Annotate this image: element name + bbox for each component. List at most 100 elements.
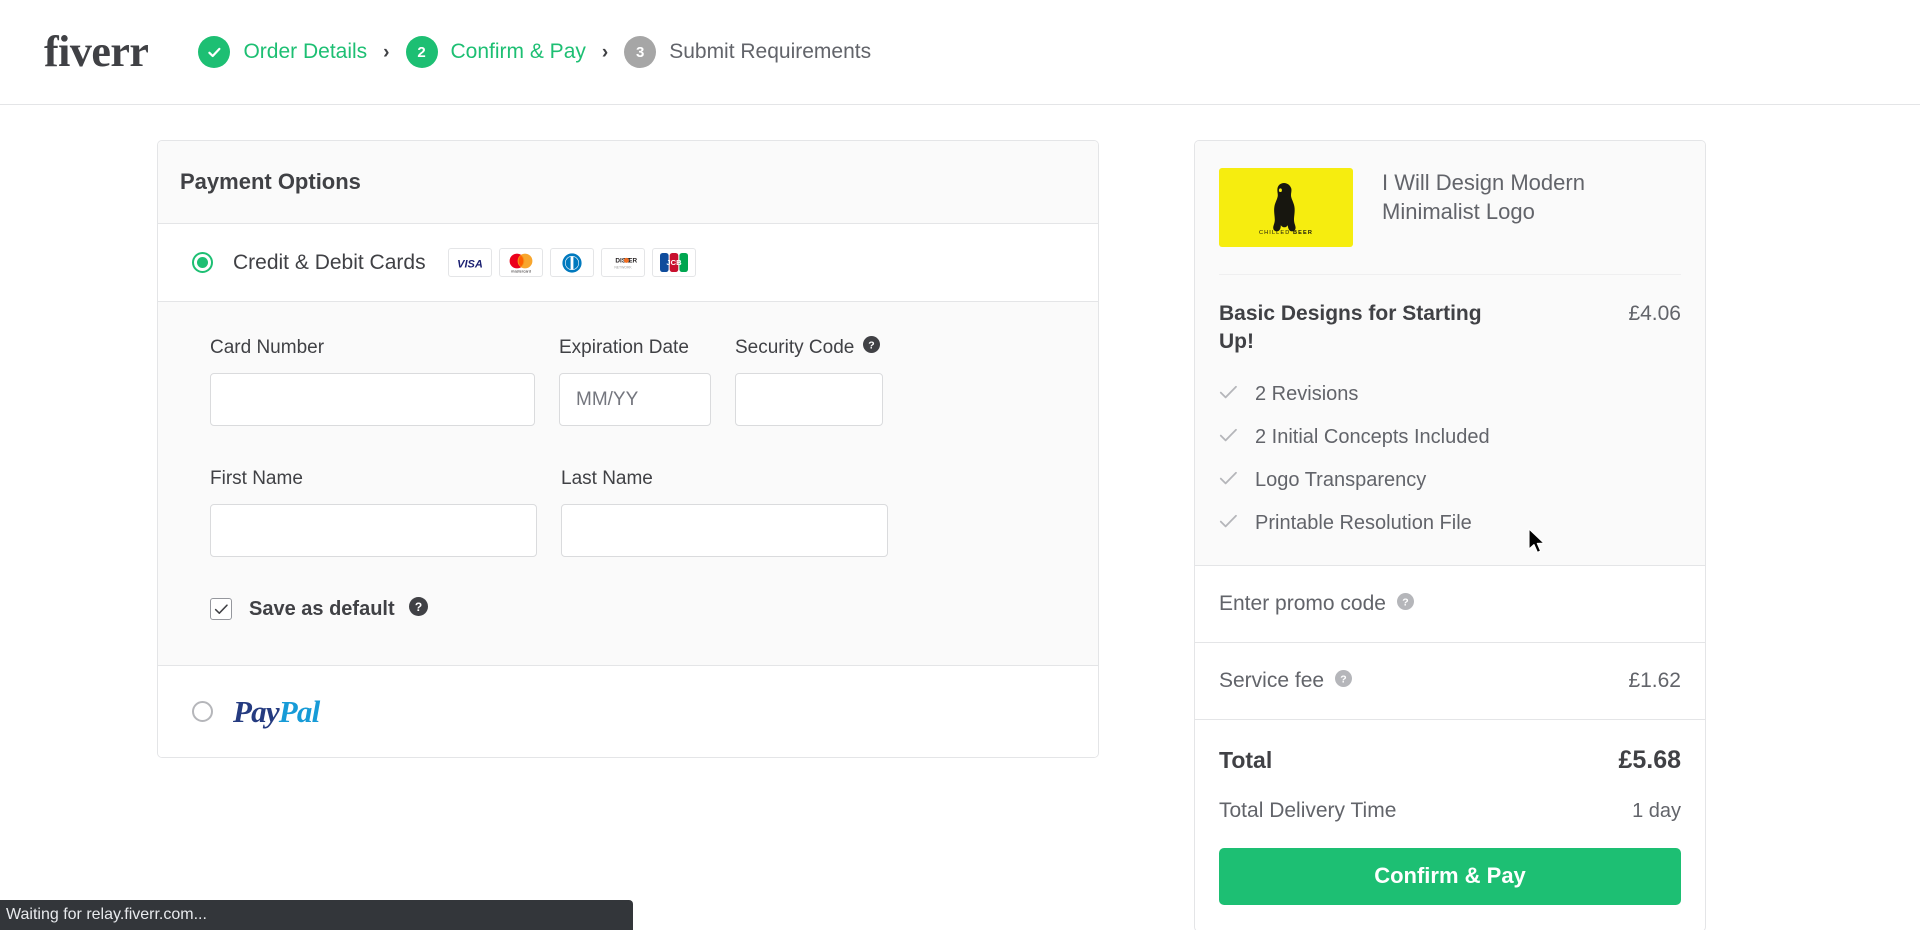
save-as-default-label: Save as default <box>249 597 395 620</box>
delivery-time-row: Total Delivery Time 1 day <box>1219 799 1681 823</box>
feature-label: 2 Revisions <box>1255 382 1359 405</box>
payment-options-card: Payment Options Credit & Debit Cards VIS… <box>157 140 1099 758</box>
check-icon <box>1219 512 1238 535</box>
step-separator-2-icon: › <box>601 41 609 63</box>
gig-row: CHILLED BEER I Will Design Modern Minima… <box>1219 168 1681 275</box>
confirm-and-pay-button[interactable]: Confirm & Pay <box>1219 847 1681 905</box>
service-fee-value: £1.62 <box>1628 668 1681 692</box>
step-2-label: Confirm & Pay <box>450 40 586 63</box>
svg-text:NETWORK: NETWORK <box>614 265 632 269</box>
card-brand-logos: VISA mastercard DISC VER NETWORK JCB <box>447 248 696 277</box>
list-item: Printable Resolution File <box>1219 512 1681 535</box>
paypal-logo-pal: Pal <box>278 694 320 729</box>
package-row: Basic Designs for Starting Up! £4.06 <box>1219 275 1681 357</box>
card-fields-row-2: First Name Last Name <box>210 468 1046 557</box>
security-code-field-group: Security Code ? <box>735 336 883 426</box>
check-icon <box>1219 426 1238 449</box>
security-code-help-icon[interactable]: ? <box>863 336 881 359</box>
service-fee-row: Service fee ? £1.62 <box>1195 641 1705 719</box>
first-name-label: First Name <box>210 468 303 489</box>
svg-text:?: ? <box>1340 673 1346 685</box>
paypal-radio[interactable] <box>192 701 213 722</box>
svg-text:?: ? <box>1402 596 1408 608</box>
jcb-logo: JCB <box>651 248 696 277</box>
feature-label: Printable Resolution File <box>1255 511 1472 534</box>
svg-text:VISA: VISA <box>457 258 483 270</box>
checkout-stepper: Order Details › 2 Confirm & Pay › 3 Subm… <box>198 36 871 68</box>
card-number-input[interactable] <box>210 373 535 426</box>
last-name-field-group: Last Name <box>561 468 888 557</box>
check-icon <box>1219 383 1238 406</box>
page-header: fiverr Order Details › 2 Confirm & Pay ›… <box>0 0 1920 105</box>
svg-text:?: ? <box>869 339 875 351</box>
save-as-default-help-icon[interactable]: ? <box>408 597 428 621</box>
order-summary-top: CHILLED BEER I Will Design Modern Minima… <box>1195 141 1705 565</box>
card-fields-row-1: Card Number Expiration Date Security Cod… <box>210 336 1046 426</box>
check-icon <box>1219 469 1238 492</box>
save-as-default-row[interactable]: Save as default ? <box>210 597 1046 621</box>
totals-block: Total £5.68 Total Delivery Time 1 day <box>1195 718 1705 823</box>
step-submit-requirements[interactable]: 3 Submit Requirements <box>624 36 871 68</box>
list-item: 2 Initial Concepts Included <box>1219 426 1681 449</box>
security-code-label: Security Code ? <box>735 336 883 359</box>
package-features-list: 2 Revisions 2 Initial Concepts Included … <box>1219 357 1681 565</box>
last-name-label: Last Name <box>561 468 653 489</box>
payment-options-title: Payment Options <box>180 169 361 194</box>
status-bar-text: Waiting for relay.fiverr.com... <box>6 906 207 923</box>
first-name-field-group: First Name <box>210 468 537 557</box>
order-summary-column: CHILLED BEER I Will Design Modern Minima… <box>1194 140 1706 930</box>
delivery-time-label: Total Delivery Time <box>1219 798 1397 822</box>
service-fee-help-icon[interactable]: ? <box>1335 669 1353 693</box>
step-separator-1-icon: › <box>383 41 390 63</box>
discover-logo: DISC VER NETWORK <box>600 248 645 277</box>
feature-label: Logo Transparency <box>1255 468 1427 491</box>
credit-card-label: Credit & Debit Cards <box>233 250 426 274</box>
step-order-details[interactable]: Order Details <box>198 36 367 68</box>
promo-code-help-icon[interactable]: ? <box>1396 592 1414 616</box>
checkout-body: Payment Options Credit & Debit Cards VIS… <box>0 105 1920 930</box>
step-1-label: Order Details <box>243 40 368 63</box>
diners-club-logo <box>549 248 594 277</box>
total-value: £5.68 <box>1618 745 1681 774</box>
mastercard-logo: mastercard <box>498 248 543 277</box>
first-name-input[interactable] <box>210 504 537 557</box>
promo-code-row[interactable]: Enter promo code ? <box>1195 564 1705 642</box>
svg-text:?: ? <box>414 600 421 614</box>
radio-dot <box>197 257 208 268</box>
order-summary-card: CHILLED BEER I Will Design Modern Minima… <box>1194 140 1706 930</box>
svg-text:JCB: JCB <box>666 258 682 267</box>
total-label: Total <box>1219 746 1273 773</box>
list-item: Logo Transparency <box>1219 469 1681 492</box>
paypal-logo-pay: Pay <box>233 694 280 729</box>
step-2-badge: 2 <box>405 36 438 68</box>
credit-card-option-row[interactable]: Credit & Debit Cards VISA mastercard DIS… <box>158 224 1098 302</box>
card-number-label: Card Number <box>210 337 325 358</box>
gig-title[interactable]: I Will Design Modern Minimalist Logo <box>1382 168 1681 227</box>
expiration-date-input[interactable] <box>559 373 711 426</box>
service-fee-label-text: Service fee <box>1219 668 1325 692</box>
security-code-input[interactable] <box>735 373 883 426</box>
step-confirm-pay[interactable]: 2 Confirm & Pay <box>405 36 586 68</box>
feature-label: 2 Initial Concepts Included <box>1255 425 1490 448</box>
expiration-date-label: Expiration Date <box>559 337 689 358</box>
last-name-input[interactable] <box>561 504 888 557</box>
list-item: 2 Revisions <box>1219 383 1681 406</box>
save-as-default-checkbox[interactable] <box>210 598 232 620</box>
browser-status-bar: Waiting for relay.fiverr.com... <box>0 900 633 930</box>
visa-logo: VISA <box>447 248 492 277</box>
fiverr-logo[interactable]: fiverr <box>44 30 149 74</box>
service-fee-label: Service fee ? <box>1219 668 1353 693</box>
security-code-label-text: Security Code <box>735 336 855 358</box>
penguin-icon: CHILLED BEER <box>1259 182 1312 236</box>
paypal-option-row[interactable]: PayPal <box>158 666 1098 757</box>
expiration-field-group: Expiration Date <box>559 337 711 426</box>
step-1-badge-check-icon <box>198 36 231 68</box>
card-details-form: Card Number Expiration Date Security Cod… <box>158 302 1098 666</box>
payment-options-header: Payment Options <box>158 141 1098 224</box>
credit-card-radio[interactable] <box>192 252 213 273</box>
total-row: Total £5.68 <box>1219 746 1681 775</box>
step-3-label: Submit Requirements <box>669 40 872 63</box>
delivery-time-value: 1 day <box>1632 799 1681 822</box>
card-number-field-group: Card Number <box>210 337 535 426</box>
checkmark-icon <box>214 603 228 614</box>
